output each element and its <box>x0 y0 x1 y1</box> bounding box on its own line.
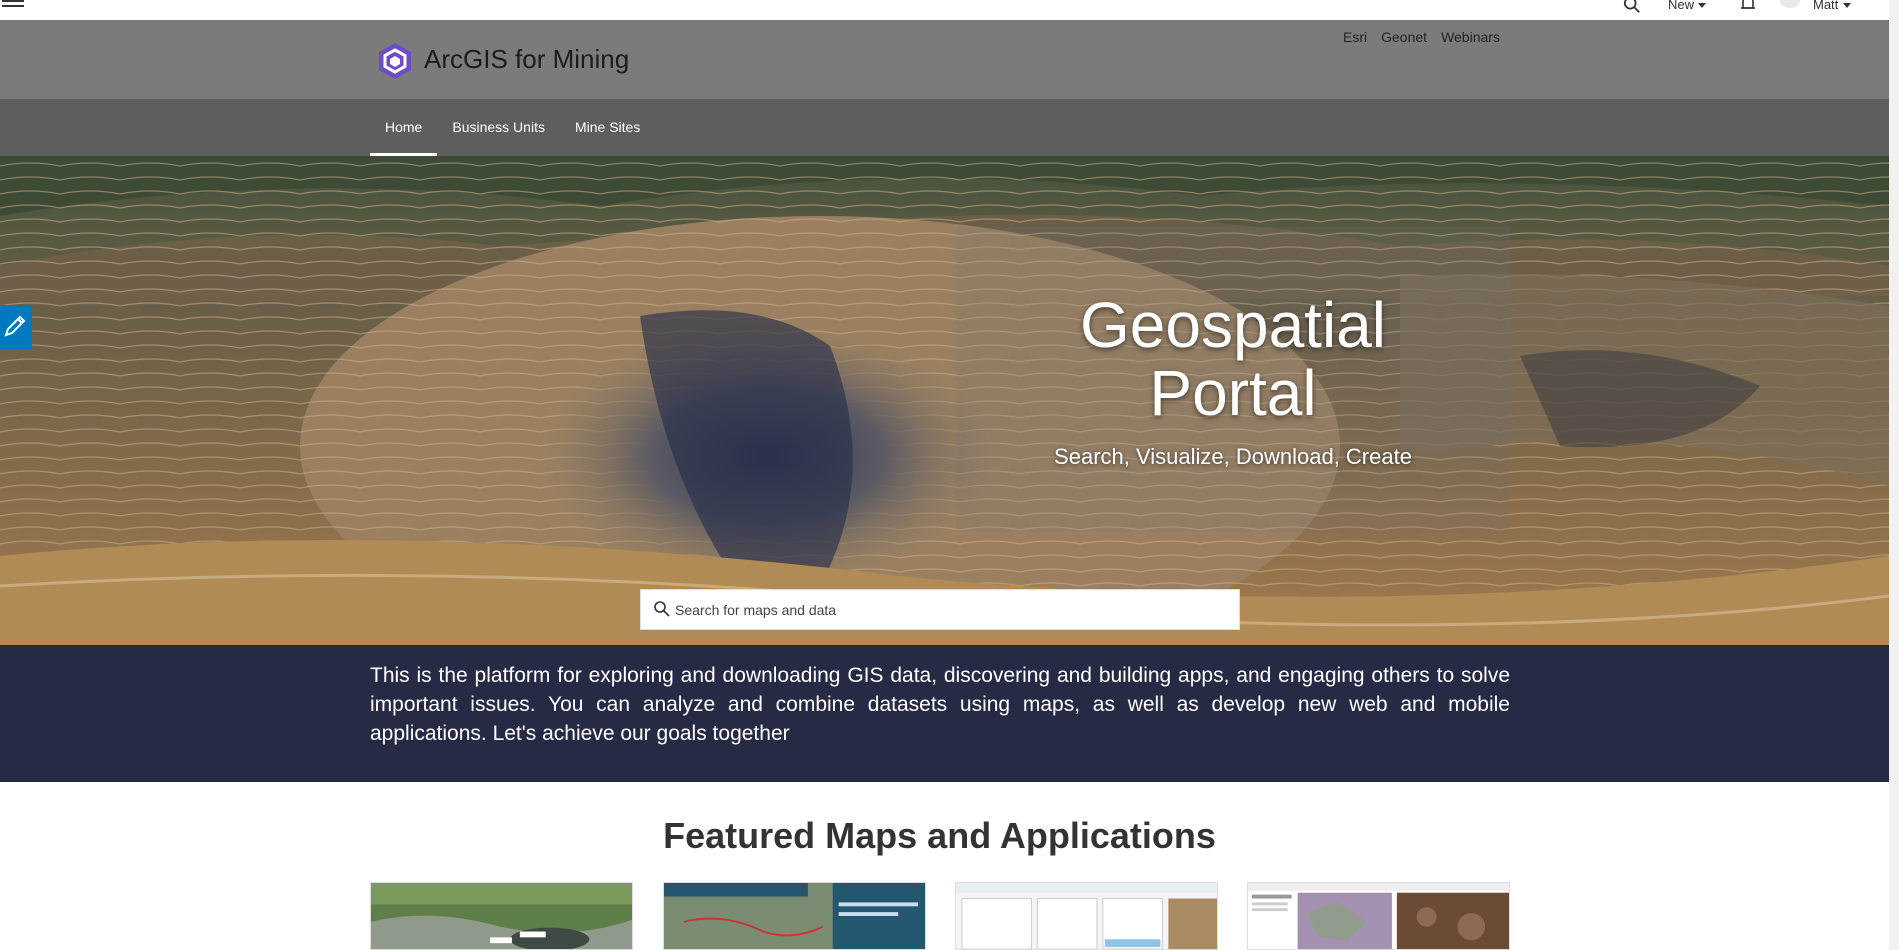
header-link-esri[interactable]: Esri <box>1343 29 1367 45</box>
search-input[interactable] <box>675 590 1215 629</box>
search-icon[interactable] <box>653 600 671 618</box>
nav-item-mine-sites[interactable]: Mine Sites <box>560 99 655 156</box>
header-link-webinars[interactable]: Webinars <box>1441 29 1500 45</box>
new-menu-button[interactable]: New <box>1668 0 1706 12</box>
header-link-geonet[interactable]: Geonet <box>1381 29 1427 45</box>
search-icon[interactable] <box>1622 0 1642 14</box>
portal-description: This is the platform for exploring and d… <box>370 664 1510 745</box>
quarry-viewer-thumbnail <box>664 883 925 949</box>
user-menu-button[interactable]: Matt <box>1813 0 1851 12</box>
main-navigation: Home Business Units Mine Sites <box>0 99 1889 156</box>
card-story-map[interactable] <box>1247 882 1510 950</box>
hero-title: Geospatial Portal <box>956 291 1510 427</box>
arcgis-logo-icon[interactable] <box>376 42 414 80</box>
open-pit-mine-image <box>0 156 1889 645</box>
hero-title-line-1: Geospatial <box>1080 289 1386 361</box>
description-band: This is the platform for exploring and d… <box>0 645 1889 782</box>
site-header: ArcGIS for Mining Esri Geonet Webinars <box>0 20 1889 99</box>
edit-page-button[interactable] <box>0 305 32 349</box>
featured-section-title: Featured Maps and Applications <box>663 815 1216 856</box>
inspection-dashboard-thumbnail <box>956 883 1217 949</box>
featured-cards <box>370 882 1510 950</box>
avatar[interactable] <box>1780 0 1800 8</box>
card-aerial-map[interactable] <box>370 882 633 950</box>
card-inspection-dashboard[interactable] <box>955 882 1218 950</box>
site-title[interactable]: ArcGIS for Mining <box>424 44 629 75</box>
bell-icon[interactable] <box>1739 0 1757 12</box>
hero-subtitle: Search, Visualize, Download, Create <box>1054 444 1412 469</box>
story-map-thumbnail <box>1248 883 1509 949</box>
header-links: Esri Geonet Webinars <box>1343 29 1500 45</box>
pencil-icon <box>4 315 26 337</box>
menu-icon[interactable] <box>2 0 24 12</box>
page-scrollbar[interactable] <box>1889 0 1899 950</box>
hero-banner: Geospatial Portal Search, Visualize, Dow… <box>0 156 1889 645</box>
nav-item-business-units[interactable]: Business Units <box>437 99 560 156</box>
card-quarry-viewer[interactable] <box>663 882 926 950</box>
aerial-map-thumbnail <box>371 883 632 949</box>
top-utility-bar: New Matt <box>0 0 1899 20</box>
hero-title-line-2: Portal <box>1149 357 1317 429</box>
nav-item-home[interactable]: Home <box>370 99 438 156</box>
search-box[interactable] <box>640 589 1240 630</box>
